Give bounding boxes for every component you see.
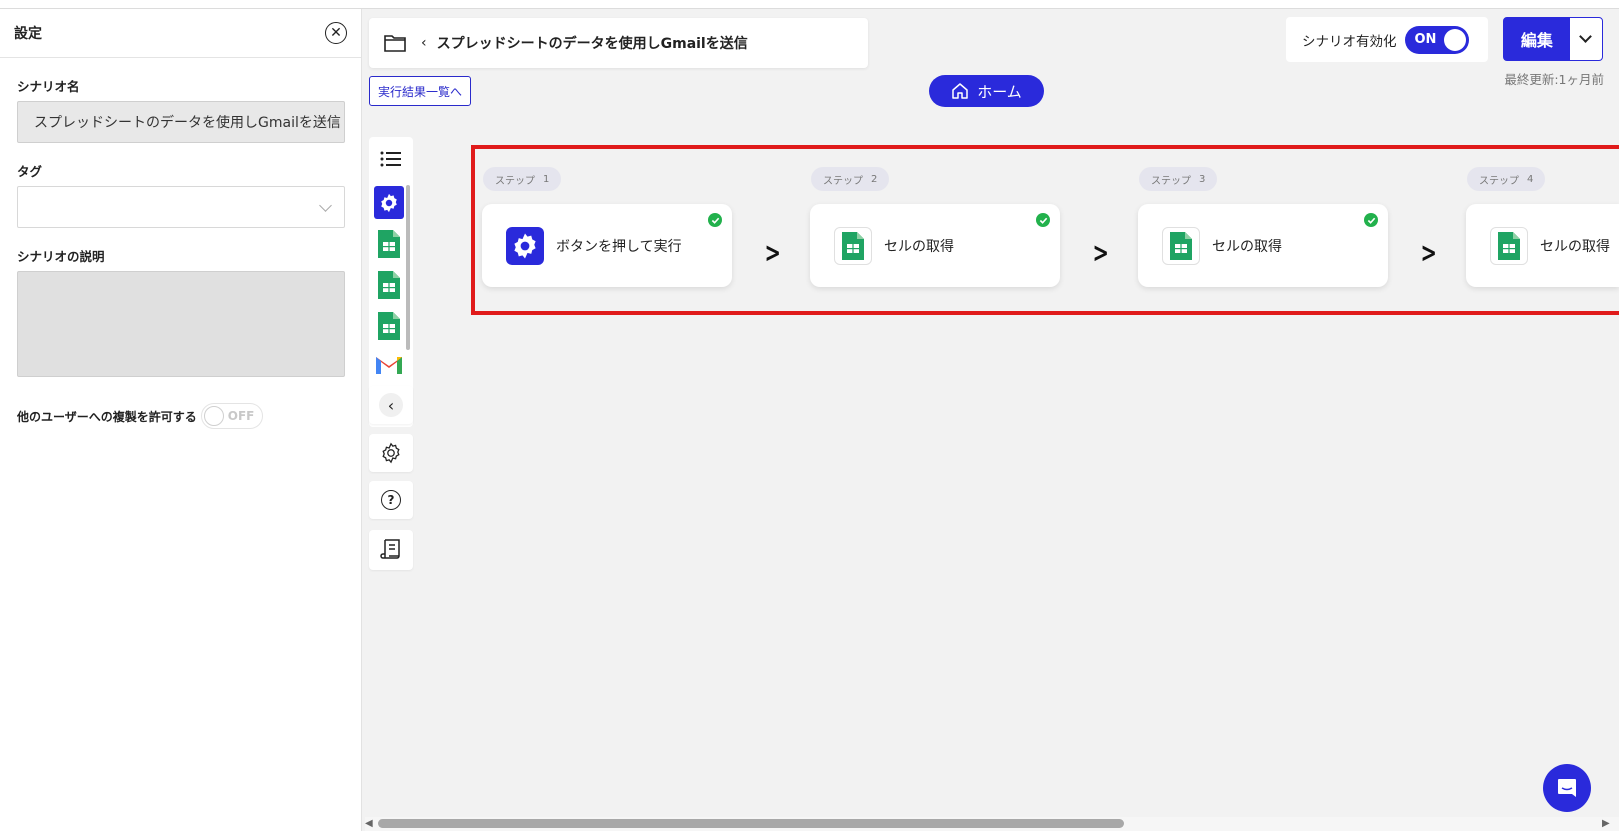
- scenario-enable-toggle[interactable]: ON: [1404, 25, 1469, 54]
- help-button[interactable]: ?: [369, 481, 413, 519]
- sheets-icon: [1162, 226, 1200, 265]
- settings-button[interactable]: [369, 434, 413, 472]
- step-badge: ステップ 1: [483, 167, 562, 191]
- step-card[interactable]: セルの取得: [1138, 204, 1388, 287]
- horizontal-scrollbar-thumb[interactable]: [378, 819, 1124, 828]
- step-label: セルの取得: [884, 238, 954, 255]
- gear-icon: [382, 442, 400, 464]
- home-label: ホーム: [977, 82, 1022, 101]
- step-label: ボタンを押して実行: [556, 238, 682, 255]
- step-nav-gmail-icon[interactable]: [374, 350, 404, 378]
- collapse-rail-button[interactable]: ‹: [369, 386, 413, 424]
- chevron-down-icon: [319, 199, 332, 212]
- step-nav-sheets-icon[interactable]: [374, 227, 404, 260]
- sheets-icon: [1490, 226, 1528, 265]
- step-badge: ステップ 3: [1139, 167, 1218, 191]
- edit-button-group: 編集: [1503, 17, 1603, 61]
- tag-select[interactable]: [17, 186, 345, 228]
- edit-dropdown-button[interactable]: [1569, 18, 1602, 60]
- step-card[interactable]: セルの取得: [810, 204, 1060, 287]
- chevron-right-icon: >: [764, 236, 781, 269]
- sheets-icon: [834, 226, 872, 265]
- step-card[interactable]: セルの取得: [1466, 204, 1619, 287]
- back-chevron-icon[interactable]: ‹: [421, 35, 427, 51]
- step-number: 2: [871, 173, 878, 185]
- toggle-knob: [203, 406, 224, 426]
- scenario-name-label: シナリオ名: [17, 79, 80, 94]
- check-icon: [1364, 213, 1378, 227]
- copy-permission-label: 他のユーザーへの複製を許可する: [17, 409, 197, 424]
- gear-icon: [506, 226, 544, 265]
- breadcrumb: ‹ スプレッドシートのデータを使用しGmailを送信: [369, 18, 868, 68]
- copy-permission-toggle[interactable]: OFF: [200, 403, 263, 429]
- close-icon[interactable]: ✕: [325, 22, 347, 44]
- breadcrumb-title: スプレッドシートのデータを使用しGmailを送信: [436, 36, 748, 52]
- description-textarea[interactable]: [17, 271, 345, 377]
- step-badge: ステップ 2: [811, 167, 890, 191]
- scenario-enable-card: シナリオ有効化 ON: [1286, 17, 1488, 62]
- step-nav-gear-icon[interactable]: [374, 186, 404, 219]
- toggle-off-text: OFF: [227, 409, 255, 423]
- step-badge-label: ステップ: [495, 175, 535, 187]
- log-button[interactable]: [369, 530, 413, 570]
- rail-scrollbar[interactable]: [406, 185, 410, 350]
- step-number: 3: [1199, 173, 1206, 185]
- toggle-on-text: ON: [1414, 32, 1437, 47]
- chevron-right-icon: >: [1420, 236, 1437, 269]
- list-icon[interactable]: [380, 150, 402, 168]
- document-icon: [380, 539, 400, 559]
- top-strip: [0, 0, 1619, 9]
- step-badge-label: ステップ: [1151, 175, 1191, 187]
- step-badge: ステップ 4: [1467, 167, 1546, 191]
- copy-permission-row: 他のユーザーへの複製を許可する OFF: [17, 403, 344, 429]
- scenario-name-input[interactable]: スプレッドシートのデータを使用しGmailを送信: [17, 101, 345, 143]
- home-button[interactable]: ホーム: [929, 75, 1044, 107]
- settings-header: 設定 ✕: [0, 9, 361, 58]
- step-card[interactable]: ボタンを押して実行: [482, 204, 732, 287]
- step-nav-sheets-icon[interactable]: [374, 268, 404, 301]
- enable-label: シナリオ有効化: [1302, 33, 1397, 50]
- home-icon: [952, 83, 968, 99]
- step-number: 1: [543, 173, 550, 185]
- chevron-down-icon: [1579, 30, 1593, 43]
- question-icon: ?: [381, 490, 401, 510]
- step-label: セルの取得: [1212, 238, 1282, 255]
- step-number: 4: [1527, 173, 1534, 185]
- step-badge-label: ステップ: [823, 175, 863, 187]
- scroll-right-arrow-icon[interactable]: ▶: [1602, 818, 1610, 829]
- step-badge-label: ステップ: [1479, 175, 1519, 187]
- folder-icon[interactable]: [383, 33, 407, 53]
- toggle-knob: [1443, 28, 1466, 51]
- settings-title: 設定: [14, 26, 42, 42]
- chat-icon: [1558, 779, 1576, 797]
- check-icon: [1036, 213, 1050, 227]
- check-icon: [708, 213, 722, 227]
- step-nav-sheets-icon[interactable]: [374, 309, 404, 342]
- chat-support-button[interactable]: [1543, 764, 1591, 812]
- edit-button[interactable]: 編集: [1504, 18, 1570, 60]
- results-list-link[interactable]: 実行結果一覧へ: [369, 76, 471, 106]
- last-updated: 最終更新:1ヶ月前: [1504, 72, 1604, 87]
- chevron-right-icon: >: [1092, 236, 1109, 269]
- description-label: シナリオの説明: [17, 249, 105, 264]
- scroll-left-arrow-icon[interactable]: ◀: [365, 818, 373, 829]
- tag-label: タグ: [17, 164, 43, 179]
- settings-panel: 設定 ✕ シナリオ名 スプレッドシートのデータを使用しGmailを送信 タグ シ…: [0, 9, 362, 831]
- step-label: セルの取得: [1540, 238, 1610, 255]
- chevron-left-icon: ‹: [379, 393, 403, 417]
